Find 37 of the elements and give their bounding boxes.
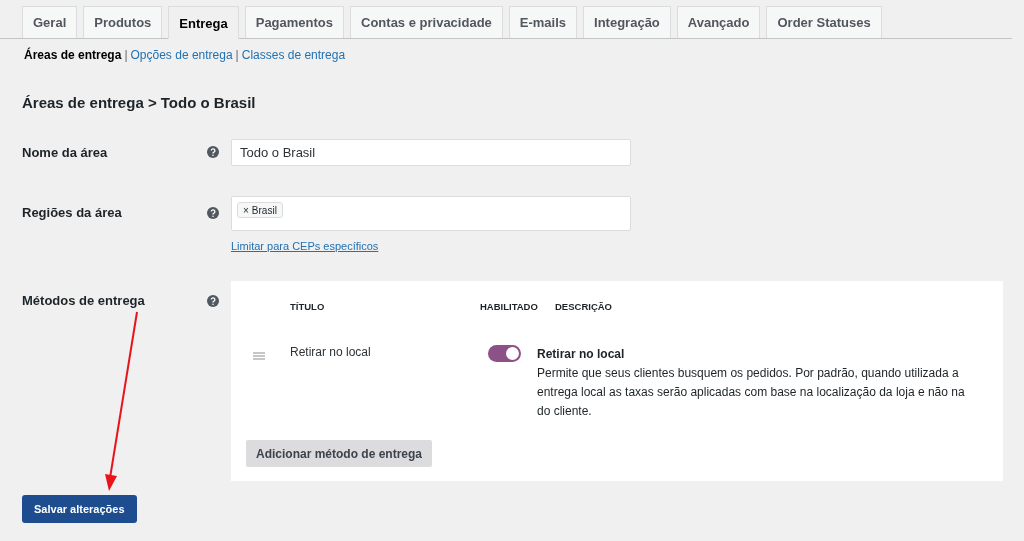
postcode-link[interactable]: Limitar para CEPs específicos [231,240,379,252]
help-icon[interactable] [207,295,219,307]
regions-field[interactable]: × Brasil [231,196,631,231]
help-icon[interactable] [207,207,219,219]
remove-icon[interactable]: × [243,204,249,216]
separator: | [235,48,239,62]
settings-tab[interactable]: Pagamentos [244,6,345,38]
method-description: Permite que seus clientes busquem os pedidos. Por padrão, quando utilizada a entrega local as taxas serão aplicadas com base na localização da loja e não na do cliente. [537,366,965,418]
settings-tab[interactable]: Order Statuses [766,6,882,38]
method-name: Retirar no local [537,346,626,363]
settings-tab[interactable]: Geral [22,6,78,38]
method-title: Retirar no local [290,345,372,361]
tag-label: Brasil [251,204,277,216]
settings-tab[interactable]: Entrega [168,6,239,39]
settings-tab[interactable]: E-mails [508,6,578,38]
page-heading: Áreas de entrega > Todo o Brasil [22,94,257,111]
subsection-link[interactable]: Classes de entrega [241,48,346,62]
settings-tab[interactable]: Produtos [83,6,163,38]
toggle-switch[interactable] [488,345,521,362]
settings-tab[interactable]: Integração [583,6,671,38]
add-method-button[interactable]: Adicionar método de entrega [246,440,433,467]
settings-tab[interactable]: Avançado [676,6,761,38]
column-header: HABILITADO [480,301,539,312]
subsection-link[interactable]: Áreas de entrega [24,48,122,62]
drag-handle-icon[interactable] [253,351,265,361]
field-label: Métodos de entrega [22,293,146,308]
column-header: TÍTULO [290,301,326,312]
save-button[interactable]: Salvar alterações [22,495,137,523]
separator: | [124,48,128,62]
help-icon[interactable] [207,145,219,158]
region-tag[interactable]: × Brasil [237,202,283,218]
subsection-link[interactable]: Opções de entrega [130,48,233,62]
settings-tab[interactable]: Contas e privacidade [350,6,503,38]
field-label: Nome da área [22,145,109,160]
zone-name-field[interactable]: Todo o Brasil [231,139,631,166]
column-header: DESCRIÇÃO [555,301,612,312]
field-label: Regiões da área [22,205,123,220]
